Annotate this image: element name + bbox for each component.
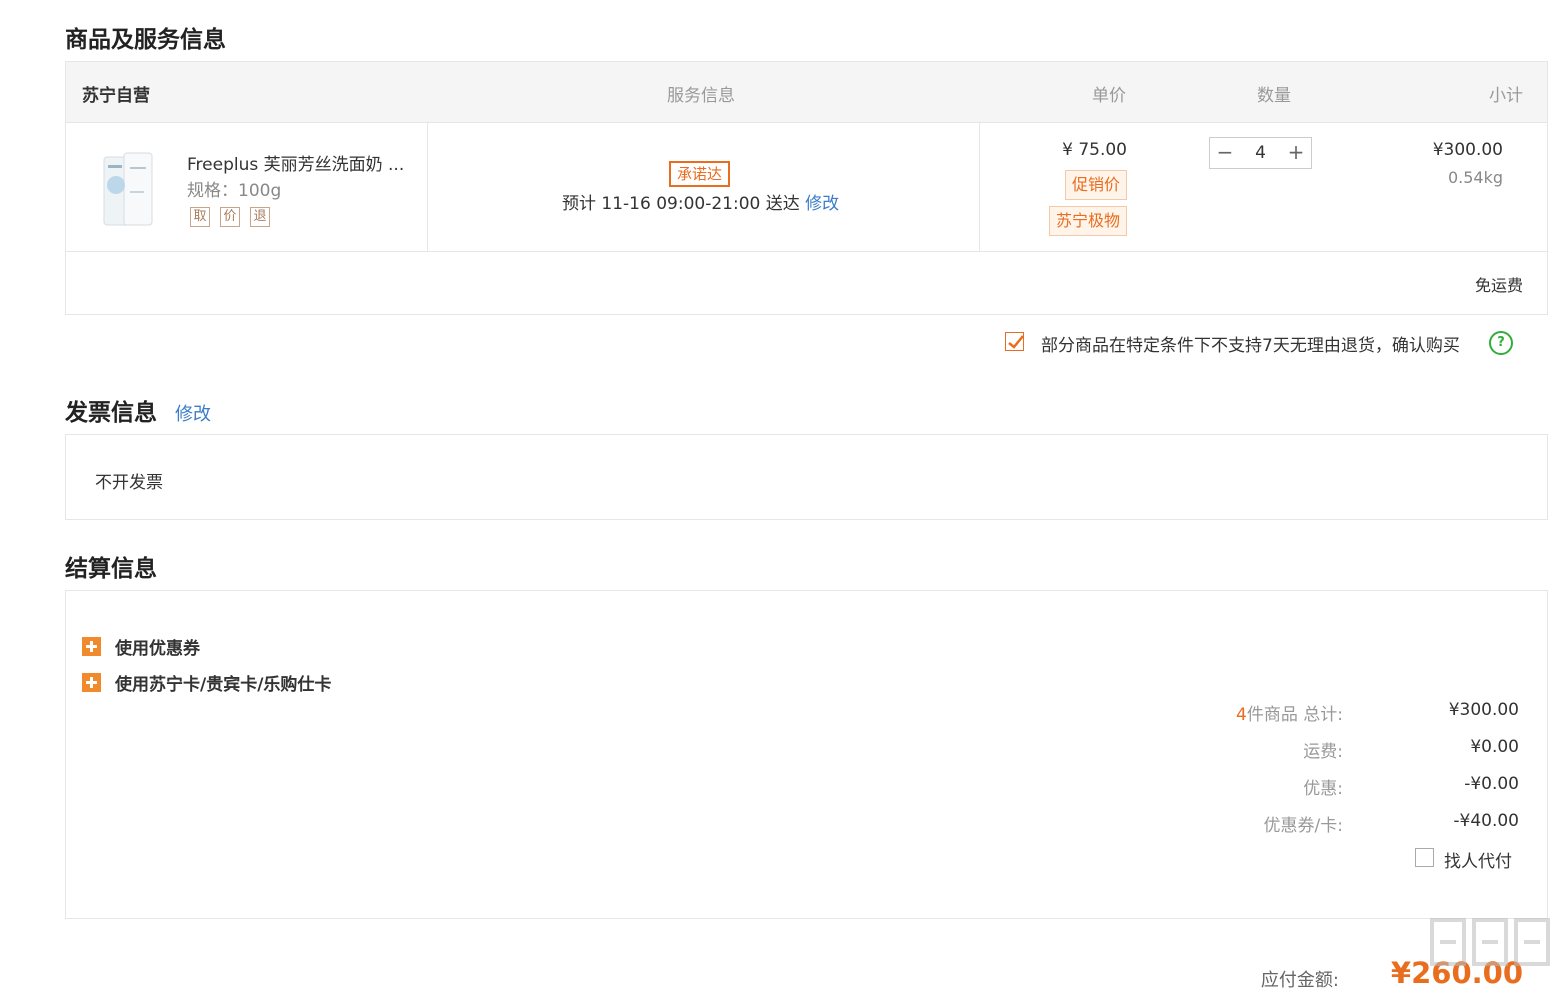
invoice-title: 发票信息 (65, 400, 157, 426)
shop-name: 苏宁自营 (82, 86, 150, 106)
invoice-value: 不开发票 (95, 473, 163, 493)
shipping-label: 运费: (1303, 742, 1343, 762)
site-watermark-icon (1430, 918, 1550, 966)
checkmark-icon (1008, 335, 1024, 349)
proxy-pay-label: 找人代付 (1444, 852, 1512, 872)
edit-delivery-link[interactable]: 修改 (805, 194, 839, 214)
decrease-quantity-button[interactable]: − (1210, 138, 1240, 168)
proxy-pay-checkbox[interactable] (1415, 848, 1434, 867)
invoice-section-title: 发票信息 修改 (65, 393, 211, 427)
suning-jiwu-badge: 苏宁极物 (1048, 206, 1127, 236)
product-row: Freeplus 芙丽芳丝洗面奶 ... 规格：100g 取价退 承诺达 预计 … (66, 123, 1547, 252)
unit-price: ¥ 75.00 (1062, 140, 1127, 160)
confirm-checkbox[interactable] (1005, 332, 1024, 351)
quantity-input[interactable]: 4 (1240, 138, 1281, 168)
goods-section-title: 商品及服务信息 (65, 27, 226, 53)
coupon-row: 优惠券/卡: -¥40.00 (1119, 811, 1519, 836)
service-tag-price[interactable]: 价 (220, 207, 240, 227)
promise-badge: 承诺达 (669, 161, 731, 187)
coupon-value: -¥40.00 (1453, 811, 1519, 831)
promo-price-badge: 促销价 (1064, 170, 1127, 200)
product-spec: 规格：100g (187, 181, 282, 201)
edit-invoice-link[interactable]: 修改 (175, 404, 211, 425)
column-service: 服务信息 (667, 86, 735, 106)
settlement-box: 使用优惠券 使用苏宁卡/贵宾卡/乐购仕卡 4件商品 总计: ¥300.00 运费… (65, 590, 1548, 919)
item-count: 4 (1236, 705, 1247, 725)
total-value: ¥300.00 (1448, 700, 1519, 720)
quantity-stepper: − 4 + (1209, 137, 1312, 169)
use-card-label: 使用苏宁卡/贵宾卡/乐购仕卡 (115, 675, 332, 695)
column-price: 单价 (1092, 86, 1126, 106)
shipping-value: ¥0.00 (1470, 737, 1519, 757)
product-name-link[interactable]: Freeplus 芙丽芳丝洗面奶 ... (187, 150, 404, 175)
shipping-row: 运费: ¥0.00 (1119, 737, 1519, 762)
delivery-info: 预计 11-16 09:00-21:00 送达 修改 (562, 189, 839, 214)
freight-info: 免运费 (1474, 276, 1523, 295)
discount-row: 优惠: -¥0.00 (1119, 774, 1519, 799)
goods-table: 苏宁自营 服务信息 单价 数量 小计 Freeplus 芙丽芳丝洗面奶 ... … (65, 61, 1548, 315)
service-tag-return[interactable]: 退 (250, 207, 270, 227)
expand-plus-icon (82, 637, 101, 656)
divider (427, 123, 428, 251)
proxy-pay-option: 找人代付 (1415, 847, 1519, 872)
discount-label: 优惠: (1303, 779, 1343, 799)
goods-table-header: 苏宁自营 服务信息 单价 数量 小计 (66, 62, 1547, 123)
total-label: 4件商品 总计: (1236, 700, 1343, 725)
divider (979, 123, 980, 251)
service-tags: 取价退 (190, 205, 280, 227)
settlement-section-title: 结算信息 (65, 556, 157, 582)
product-image[interactable] (102, 151, 154, 229)
subtotal-value: ¥300.00 (1432, 140, 1503, 160)
column-quantity: 数量 (1257, 86, 1291, 106)
confirm-text: 部分商品在特定条件下不支持7天无理由退货，确认购买 (1041, 336, 1460, 356)
expand-plus-icon (82, 673, 101, 692)
payable-label: 应付金额: (1260, 970, 1339, 991)
column-subtotal: 小计 (1489, 86, 1523, 106)
delivery-text: 预计 11-16 09:00-21:00 送达 (562, 194, 800, 214)
coupon-label: 优惠券/卡: (1263, 816, 1343, 836)
invoice-box: 不开发票 (65, 434, 1548, 520)
discount-value: -¥0.00 (1464, 774, 1519, 794)
weight-value: 0.54kg (1447, 168, 1503, 187)
use-coupon-label: 使用优惠券 (115, 639, 200, 659)
total-label-text: 件商品 总计: (1246, 705, 1343, 725)
service-tag-pickup[interactable]: 取 (190, 207, 210, 227)
total-row: 4件商品 总计: ¥300.00 (1119, 700, 1519, 725)
increase-quantity-button[interactable]: + (1281, 138, 1311, 168)
help-icon[interactable]: ? (1489, 331, 1513, 355)
